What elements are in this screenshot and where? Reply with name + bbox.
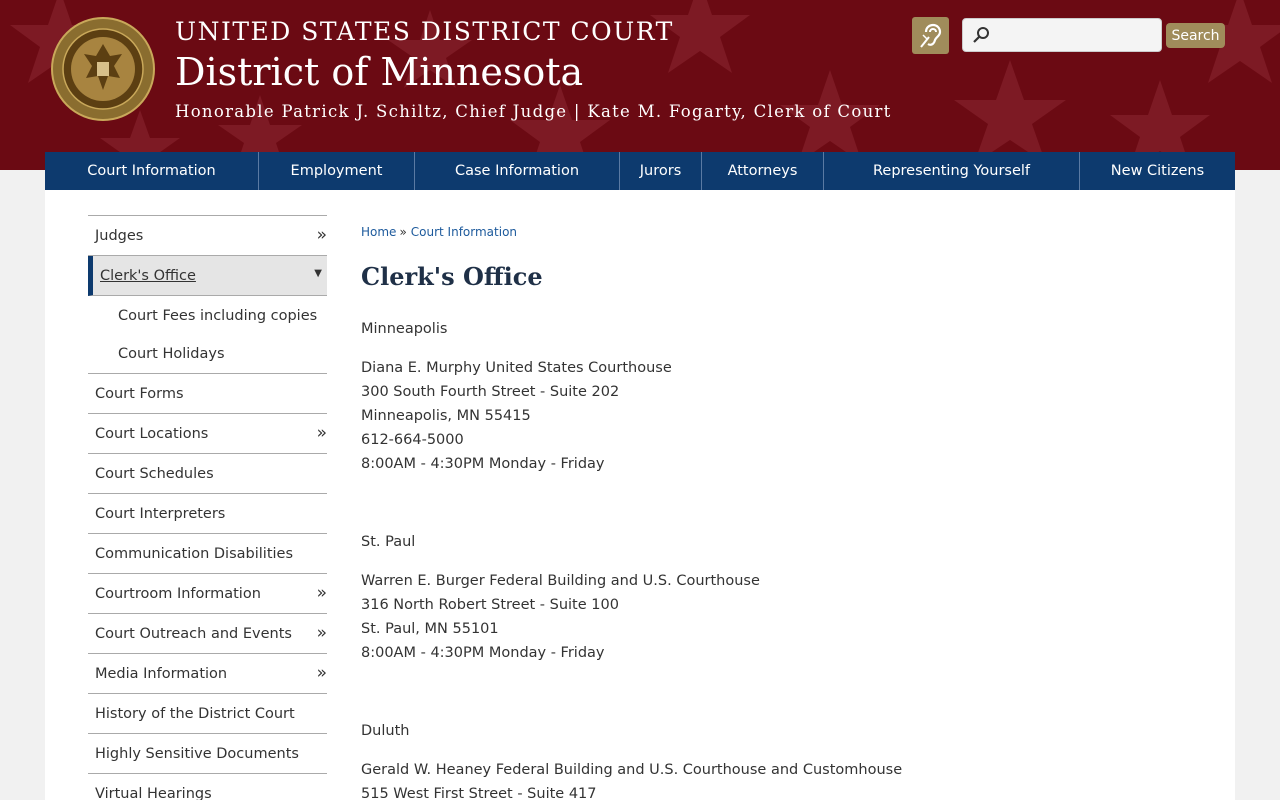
sidebar-item-label: Virtual Hearings bbox=[95, 785, 212, 800]
expand-arrow-icon: » bbox=[316, 423, 327, 443]
court-officials: Honorable Patrick J. Schiltz, Chief Judg… bbox=[175, 102, 892, 121]
location-city: St. Paul bbox=[361, 534, 416, 550]
hearing-assistance-icon bbox=[919, 23, 941, 48]
location-city-state-zip: Minneapolis, MN 55415 bbox=[361, 408, 531, 424]
search-field[interactable] bbox=[962, 18, 1162, 52]
nav-employment[interactable]: Employment bbox=[259, 152, 415, 190]
sidebar-item-highly-sensitive-documents[interactable]: Highly Sensitive Documents bbox=[88, 734, 327, 774]
location-street: 316 North Robert Street - Suite 100 bbox=[361, 597, 619, 613]
expand-arrow-icon: » bbox=[316, 225, 327, 245]
nav-attorneys[interactable]: Attorneys bbox=[702, 152, 824, 190]
nav-case-information[interactable]: Case Information bbox=[415, 152, 620, 190]
location-hours: 8:00AM - 4:30PM Monday - Friday bbox=[361, 456, 605, 472]
expand-arrow-icon: » bbox=[316, 583, 327, 603]
sidebar-item-media-information[interactable]: Media Information » bbox=[88, 654, 327, 694]
sidebar-item-label: Court Forms bbox=[95, 385, 184, 402]
location-city-state-zip: St. Paul, MN 55101 bbox=[361, 621, 499, 637]
search-input[interactable] bbox=[995, 23, 1155, 47]
location-street: 515 West First Street - Suite 417 bbox=[361, 786, 597, 800]
search-icon bbox=[973, 27, 989, 43]
sidebar-item-label: Court Interpreters bbox=[95, 505, 226, 522]
sidebar-subitem-court-holidays[interactable]: Court Holidays bbox=[88, 335, 327, 374]
location-hours: 8:00AM - 4:30PM Monday - Friday bbox=[361, 645, 605, 661]
location-minneapolis: Minneapolis Diana E. Murphy United State… bbox=[361, 317, 672, 476]
search-button[interactable]: Search bbox=[1166, 23, 1225, 48]
sidebar-item-clerks-office[interactable]: Clerk's Office ▼ bbox=[88, 256, 327, 296]
sidebar-item-courtroom-information[interactable]: Courtroom Information » bbox=[88, 574, 327, 614]
sidebar-item-label: Court Outreach and Events bbox=[95, 625, 292, 642]
sidebar-menu: Judges » Clerk's Office ▼ Court Fees inc… bbox=[88, 215, 327, 800]
breadcrumb-home-link[interactable]: Home bbox=[361, 225, 396, 239]
expand-arrow-icon: » bbox=[316, 623, 327, 643]
location-building: Diana E. Murphy United States Courthouse bbox=[361, 360, 672, 376]
site-header: UNITED STATES DISTRICT COURT District of… bbox=[0, 0, 1280, 170]
sidebar-item-label: Courtroom Information bbox=[95, 585, 261, 602]
sidebar-item-court-schedules[interactable]: Court Schedules bbox=[88, 454, 327, 494]
court-name: UNITED STATES DISTRICT COURT bbox=[175, 17, 674, 46]
breadcrumb-court-information-link[interactable]: Court Information bbox=[411, 225, 517, 239]
breadcrumb-separator: » bbox=[399, 225, 407, 239]
main-navigation: Court Information Employment Case Inform… bbox=[45, 152, 1235, 190]
court-seal-logo bbox=[51, 17, 155, 121]
caret-down-icon[interactable]: ▼ bbox=[314, 268, 322, 279]
sidebar-item-label: Communication Disabilities bbox=[95, 545, 294, 562]
sidebar-item-court-interpreters[interactable]: Court Interpreters bbox=[88, 494, 327, 534]
location-building: Warren E. Burger Federal Building and U.… bbox=[361, 573, 760, 589]
location-phone: 612-664-5000 bbox=[361, 432, 464, 448]
location-st-paul: St. Paul Warren E. Burger Federal Buildi… bbox=[361, 530, 760, 665]
location-city: Duluth bbox=[361, 723, 410, 739]
district-name[interactable]: District of Minnesota bbox=[175, 50, 583, 94]
sidebar-item-judges[interactable]: Judges » bbox=[88, 216, 327, 256]
content-area: Judges » Clerk's Office ▼ Court Fees inc… bbox=[45, 190, 1235, 800]
sidebar-item-history[interactable]: History of the District Court bbox=[88, 694, 327, 734]
sidebar-item-court-locations[interactable]: Court Locations » bbox=[88, 414, 327, 454]
sidebar-item-communication-disabilities[interactable]: Communication Disabilities bbox=[88, 534, 327, 574]
sidebar-item-virtual-hearings[interactable]: Virtual Hearings bbox=[88, 774, 327, 800]
page-title: Clerk's Office bbox=[361, 262, 543, 291]
expand-arrow-icon: » bbox=[316, 663, 327, 683]
hearing-assistance-button[interactable] bbox=[912, 17, 949, 54]
nav-court-information[interactable]: Court Information bbox=[45, 152, 259, 190]
sidebar-item-label: Court Locations bbox=[95, 425, 209, 442]
sidebar-item-label: History of the District Court bbox=[95, 705, 295, 722]
location-building: Gerald W. Heaney Federal Building and U.… bbox=[361, 762, 903, 778]
nav-new-citizens[interactable]: New Citizens bbox=[1080, 152, 1235, 190]
location-duluth: Duluth Gerald W. Heaney Federal Building… bbox=[361, 719, 902, 800]
sidebar-item-label: Court Schedules bbox=[95, 465, 214, 482]
breadcrumb: Home» Court Information bbox=[361, 225, 517, 239]
sidebar-item-label: Media Information bbox=[95, 665, 228, 682]
sidebar-item-label: Highly Sensitive Documents bbox=[95, 745, 299, 762]
nav-representing-yourself[interactable]: Representing Yourself bbox=[824, 152, 1080, 190]
sidebar-item-label: Clerk's Office bbox=[100, 267, 196, 284]
sidebar-item-label: Judges bbox=[95, 227, 144, 244]
location-city: Minneapolis bbox=[361, 321, 448, 337]
location-street: 300 South Fourth Street - Suite 202 bbox=[361, 384, 620, 400]
sidebar-item-court-forms[interactable]: Court Forms bbox=[88, 374, 327, 414]
nav-jurors[interactable]: Jurors bbox=[620, 152, 702, 190]
sidebar-subitem-court-fees[interactable]: Court Fees including copies bbox=[88, 296, 327, 335]
sidebar-item-court-outreach[interactable]: Court Outreach and Events » bbox=[88, 614, 327, 654]
